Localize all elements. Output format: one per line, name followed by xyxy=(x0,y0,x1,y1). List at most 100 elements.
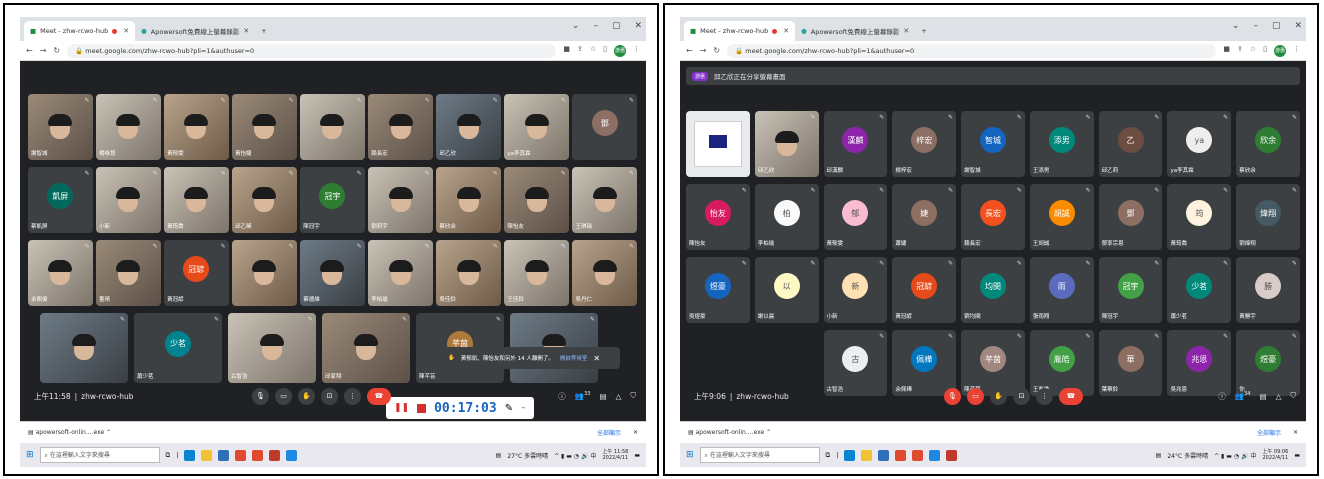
participant-tile[interactable]: 冠諺 ✎ 黃冠諺 xyxy=(892,257,957,323)
close-icon[interactable]: ✕ xyxy=(633,429,638,436)
participant-tile[interactable]: ✎ 黃筠喬 xyxy=(164,167,229,233)
participant-tile[interactable]: 勝 ✎ 黃勝宇 xyxy=(1236,257,1300,323)
participant-tile[interactable]: 怡友 ✎ 陳怡友 xyxy=(686,184,750,250)
chat-icon[interactable]: ▤ xyxy=(600,392,607,401)
chevron-up-icon[interactable]: ⌃ xyxy=(766,429,771,436)
participant-tile[interactable]: 添男 ✎ 王添男 xyxy=(1029,111,1094,177)
star-icon[interactable]: ☆ xyxy=(590,45,596,57)
participant-tile[interactable]: ✎ 蔡欣余 xyxy=(436,167,501,233)
present-icon[interactable]: ⊡ xyxy=(321,387,338,405)
participant-tile[interactable]: 長宏 ✎ 賴長宏 xyxy=(961,184,1025,250)
reload-icon[interactable]: ↻ xyxy=(713,46,720,55)
participant-tile[interactable]: 欣余 ✎ 蔡欣余 xyxy=(1236,111,1300,177)
participant-tile[interactable]: 冠宇 ✎ 陳冠宇 xyxy=(300,167,365,233)
store-icon[interactable] xyxy=(218,449,230,461)
participant-tile[interactable]: ✎ ya李其霖 xyxy=(504,94,569,160)
powerpoint-icon[interactable] xyxy=(269,449,281,461)
tab-meet[interactable]: ■ Meet - zhw-rcwo-hub ✕ xyxy=(684,21,796,41)
tab-meet[interactable]: ■ Meet - zhw-rcwo-hub ✕ xyxy=(24,21,136,41)
download-file-name[interactable]: apowersoft-onlin....exe xyxy=(36,429,105,436)
participant-tile[interactable]: ✎ 吳丹仁 xyxy=(572,240,637,306)
notification-icon[interactable]: ▬ xyxy=(634,452,640,459)
participant-tile[interactable]: ✎ 王佳鈴 xyxy=(504,240,569,306)
participant-tile[interactable]: ✎ 邱乙欣 xyxy=(754,111,819,177)
participant-tile[interactable]: ✎ 蔡德維 xyxy=(300,240,365,306)
participant-tile[interactable] xyxy=(686,111,750,177)
file-explorer-icon[interactable] xyxy=(201,449,213,461)
info-icon[interactable]: ⓘ xyxy=(558,391,566,402)
participant-tile[interactable]: ✎ 董晴 xyxy=(96,240,161,306)
back-icon[interactable]: ← xyxy=(26,46,33,55)
participant-tile[interactable]: 漢麟 ✎ 邱漢麟 xyxy=(823,111,888,177)
show-all-button[interactable]: 全部顯示 xyxy=(597,428,621,437)
people-icon[interactable]: 👥33 xyxy=(575,391,591,401)
reload-icon[interactable]: ↻ xyxy=(53,46,60,55)
tab-apowersoft[interactable]: ● Apowersoft免費線上螢幕錄影 ✕ xyxy=(795,21,916,41)
raise-hand-icon[interactable]: ✋ xyxy=(990,387,1007,405)
raise-hand-icon[interactable]: ✋ xyxy=(298,387,315,405)
participant-tile[interactable]: ✎ 邱乙欣 xyxy=(436,94,501,160)
participant-tile[interactable]: 智城 ✎ 謝智城 xyxy=(961,111,1025,177)
participant-tile[interactable]: ✎ 楊咏悠 xyxy=(96,94,161,160)
info-icon[interactable]: ⓘ xyxy=(1218,391,1226,402)
participant-tile[interactable]: 鄧 ✎ 鄧寧宗恩 xyxy=(1098,184,1163,250)
weather-text[interactable]: 24°C 多雲時晴 xyxy=(1167,451,1208,460)
close-window-icon[interactable]: ✕ xyxy=(634,21,642,31)
activities-icon[interactable]: △ xyxy=(616,392,622,401)
taskbar-search-input[interactable]: ⌕ 在這裡輸入文字來搜尋 xyxy=(699,447,820,463)
camera-indicator-icon[interactable]: ■ xyxy=(1223,45,1230,57)
chrome-icon-2[interactable] xyxy=(912,449,924,461)
participant-tile[interactable]: ✎ xyxy=(300,94,365,160)
camera-icon[interactable]: ▭ xyxy=(275,387,292,405)
edge-icon[interactable] xyxy=(184,449,196,461)
participant-tile[interactable]: 郁 ✎ 黃郁雯 xyxy=(823,184,888,250)
participant-tile[interactable]: ✎ 小新 xyxy=(96,167,161,233)
url-field[interactable]: 🔒 meet.google.com/zhw-rcwo-hub?pli=1&aut… xyxy=(67,43,557,58)
download-file-name[interactable]: apowersoft-onlin....exe xyxy=(696,429,765,436)
camera-off-icon[interactable]: ▭ xyxy=(967,387,984,405)
chrome-icon[interactable] xyxy=(235,449,247,461)
close-icon[interactable]: ✕ xyxy=(1293,429,1298,436)
more-options-icon[interactable]: ⋮ xyxy=(1036,387,1053,405)
notification-icon[interactable]: ▬ xyxy=(1294,452,1300,459)
mic-icon[interactable]: 🎙 xyxy=(252,387,269,405)
taskbar-search-input[interactable]: ⌕ 在這裡輸入文字來搜尋 xyxy=(39,447,160,463)
chrome-icon-2[interactable] xyxy=(252,449,264,461)
forward-icon[interactable]: → xyxy=(700,46,707,55)
participant-tile[interactable]: 均閔 ✎ 劉均閔 xyxy=(961,257,1025,323)
windows-start-icon[interactable]: ⊞ xyxy=(686,450,694,460)
menu-icon[interactable]: ⋮ xyxy=(633,45,640,57)
close-icon[interactable]: ✕ xyxy=(123,27,129,35)
participant-tile[interactable]: ✎ xyxy=(232,240,297,306)
powerpoint-icon[interactable] xyxy=(946,449,958,461)
participant-tile[interactable]: ✎ 陳怡友 xyxy=(504,167,569,233)
apowersoft-taskbar-icon[interactable] xyxy=(286,449,298,461)
participant-tile[interactable]: 凱屏 ✎ 蔡凱屏 xyxy=(28,167,93,233)
back-icon[interactable]: ← xyxy=(686,46,693,55)
participant-tile[interactable]: 冠諺 ✎ 黃冠諺 xyxy=(164,240,229,306)
participant-tile[interactable]: ✎ 劉莉宇 xyxy=(368,167,433,233)
participant-tile[interactable]: ✎ 吳佳鈴 xyxy=(436,240,501,306)
share-icon[interactable]: ⇪ xyxy=(1237,45,1243,57)
participant-tile[interactable]: ya ✎ ya李其霖 xyxy=(1167,111,1232,177)
participant-tile[interactable]: 煒翔 ✎ 劉煒翔 xyxy=(1236,184,1300,250)
minimize-icon[interactable]: – xyxy=(1253,21,1258,31)
participant-tile[interactable]: ✎ 李柏瑜 xyxy=(368,240,433,306)
clock[interactable]: 上午 09:06 2022/4/11 xyxy=(1262,449,1288,461)
present-icon[interactable]: ⊡ xyxy=(1013,387,1030,405)
weather-text[interactable]: 27°C 多雲時晴 xyxy=(507,451,548,460)
close-icon[interactable]: ✕ xyxy=(243,27,249,35)
close-icon[interactable]: ✕ xyxy=(783,27,789,35)
task-view-icon[interactable]: ⧉ xyxy=(166,451,171,460)
participant-tile[interactable]: ✎ 賴長宏 xyxy=(368,94,433,160)
clock[interactable]: 上午 11:58 2022/4/11 xyxy=(602,449,628,461)
profile-avatar[interactable]: 游惠 xyxy=(1274,44,1286,57)
store-icon[interactable] xyxy=(878,449,890,461)
participant-tile[interactable]: 筠 ✎ 黃筠喬 xyxy=(1167,184,1232,250)
file-explorer-icon[interactable] xyxy=(861,449,873,461)
chevron-down-icon[interactable]: ⌄ xyxy=(1232,21,1240,31)
close-window-icon[interactable]: ✕ xyxy=(1294,21,1302,31)
share-icon[interactable]: ⇪ xyxy=(577,45,583,57)
participant-tile[interactable]: 乙 ✎ 邱乙莉 xyxy=(1098,111,1163,177)
tray-icons[interactable]: ^ ▮ ▬ ◔ 🔊 中 xyxy=(554,451,596,460)
